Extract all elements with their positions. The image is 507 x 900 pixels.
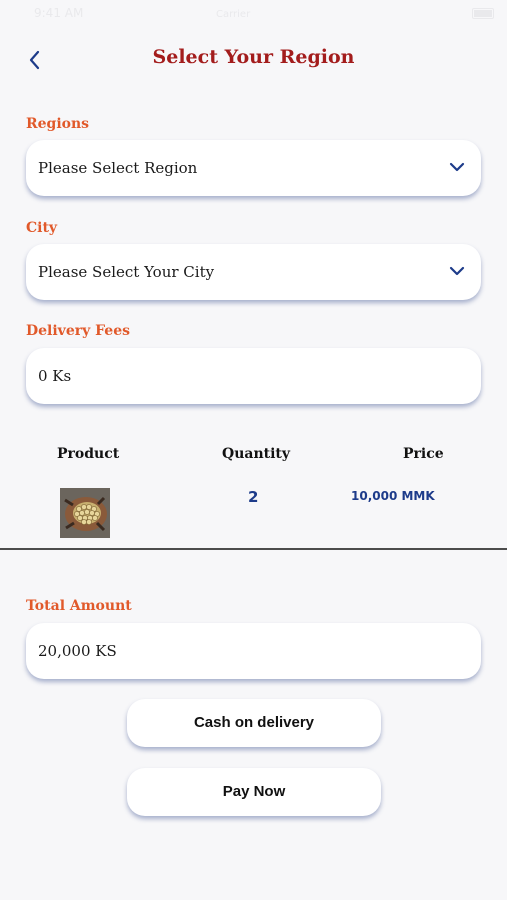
status-bar: 9:41 AM Carrier [0, 0, 507, 28]
region-select-value: Please Select Region [38, 159, 198, 177]
cash-on-delivery-button[interactable]: Cash on delivery [127, 699, 381, 747]
city-label: City [26, 220, 58, 236]
column-header-product: Product [57, 446, 120, 462]
divider [0, 548, 507, 550]
total-amount-field: 20,000 KS [26, 623, 481, 679]
regions-label: Regions [26, 116, 90, 132]
delivery-fees-value: 0 Ks [38, 367, 72, 385]
column-header-quantity: Quantity [222, 446, 291, 462]
page-title: Select Your Region [152, 46, 355, 68]
pay-now-button[interactable]: Pay Now [127, 768, 381, 816]
region-select[interactable]: Please Select Region [26, 140, 481, 196]
column-header-price: Price [403, 446, 444, 462]
total-amount-value: 20,000 KS [38, 642, 117, 660]
delivery-fees-field: 0 Ks [26, 348, 481, 404]
product-price: 10,000 MMK [351, 489, 435, 503]
status-carrier: Carrier [216, 9, 251, 20]
city-select[interactable]: Please Select Your City [26, 244, 481, 300]
battery-icon [472, 8, 494, 19]
product-thumbnail [60, 488, 110, 538]
chevron-down-icon [449, 266, 465, 276]
delivery-fees-label: Delivery Fees [26, 323, 130, 339]
total-amount-label: Total Amount [26, 598, 132, 614]
product-quantity: 2 [248, 488, 259, 506]
chevron-down-icon [449, 162, 465, 172]
city-select-value: Please Select Your City [38, 263, 215, 281]
status-time: 9:41 AM [34, 6, 84, 20]
